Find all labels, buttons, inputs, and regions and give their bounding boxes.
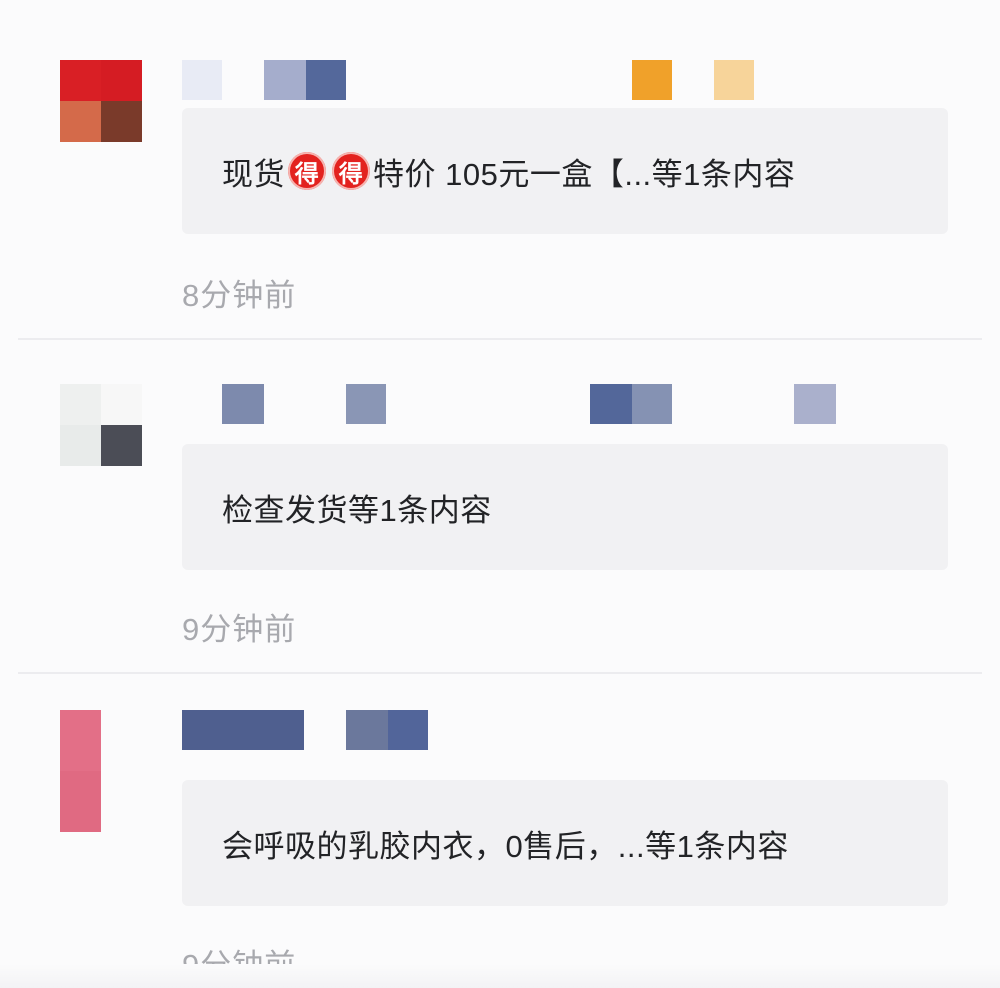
redaction-block [346,384,386,424]
username-redacted[interactable] [182,60,882,100]
avatar[interactable] [60,710,142,832]
avatar-pixel [101,60,142,101]
redaction-block [632,60,672,100]
notification-item[interactable]: 检查发货等1条内容 9分钟前 [0,340,1000,672]
message-text-prefix: 现货 [222,156,285,192]
message-text: 检查发货等1条内容 [222,492,492,528]
redaction-block [388,710,428,750]
username-redacted[interactable] [182,710,882,750]
notification-feed: 现货 得 得 特价 105元一盒【...等1条内容 8分钟前 检查发货等1条内容… [0,0,1000,988]
message-text-suffix: 特价 105元一盒【...等1条内容 [373,156,796,192]
avatar-pixel [101,771,142,832]
avatar-pixel [60,771,101,832]
message-bubble[interactable]: 会呼吸的乳胶内衣，0售后，...等1条内容 [182,780,948,906]
redaction-block [222,384,264,424]
de-emoji-icon: 得 [288,152,326,190]
notification-item[interactable]: 会呼吸的乳胶内衣，0售后，...等1条内容 9分钟前 [0,674,1000,988]
timestamp: 9分钟前 [182,612,297,647]
redaction-block [264,60,306,100]
bottom-shade [0,964,1000,988]
avatar[interactable] [60,60,142,142]
redaction-block [632,384,672,424]
message-text: 会呼吸的乳胶内衣，0售后，...等1条内容 [222,828,789,864]
avatar[interactable] [60,384,142,466]
avatar-pixel [60,425,101,466]
redaction-block [346,710,388,750]
avatar-pixel [101,101,142,142]
avatar-pixel [101,384,142,425]
redaction-block [714,60,754,100]
avatar-pixel [60,384,101,425]
message-bubble[interactable]: 现货 得 得 特价 105元一盒【...等1条内容 [182,108,948,234]
notification-item[interactable]: 现货 得 得 特价 105元一盒【...等1条内容 8分钟前 [0,0,1000,338]
redaction-block [306,60,346,100]
timestamp: 8分钟前 [182,278,297,313]
avatar-pixel [60,101,101,142]
username-redacted[interactable] [182,384,882,424]
avatar-pixel [101,710,142,771]
redaction-block [182,710,304,750]
redaction-block [794,384,836,424]
avatar-pixel [60,710,101,771]
avatar-pixel [60,60,101,101]
redaction-block [182,60,222,100]
redaction-block [590,384,632,424]
message-bubble[interactable]: 检查发货等1条内容 [182,444,948,570]
avatar-pixel [101,425,142,466]
de-emoji-icon: 得 [332,152,370,190]
